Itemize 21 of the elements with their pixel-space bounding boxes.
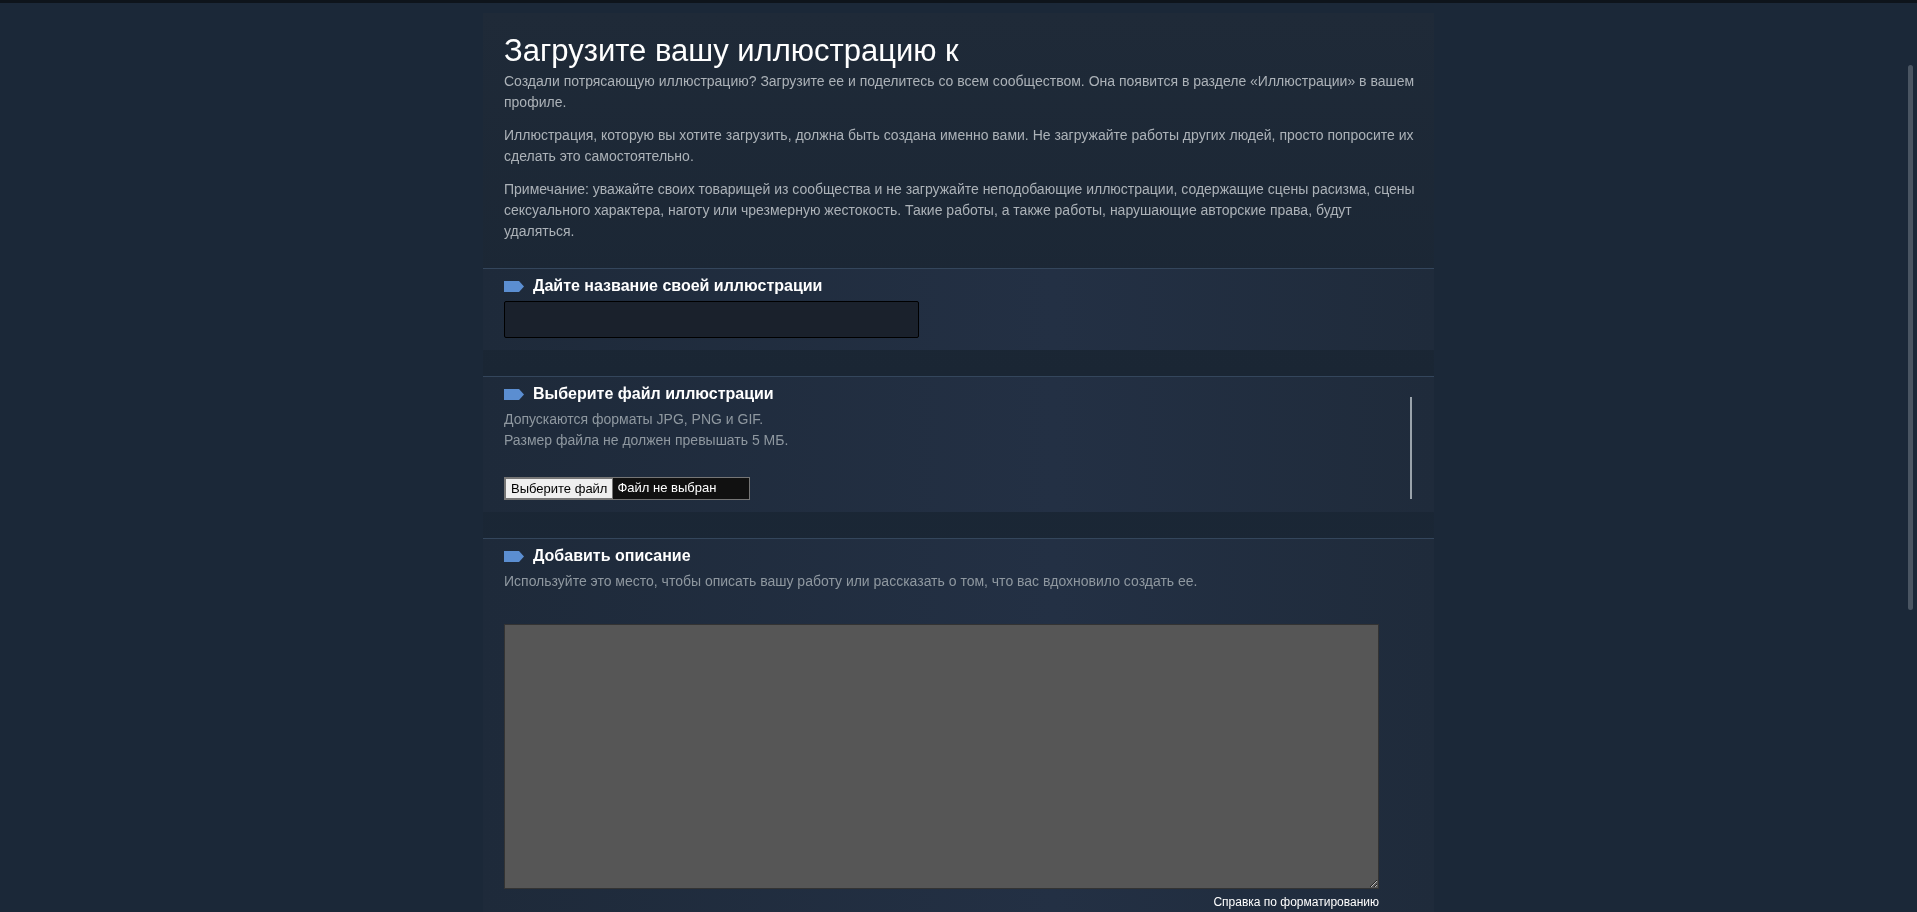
intro-paragraph: Примечание: уважайте своих товарищей из сообщества и не загружайте неподобающие иллюстрации, содержащие сцены расизма, сцены сексуального характера, наготу или чрезмерную жестокость. Такие работы, а также работы, нарушающие авторские права, будут удаляться.	[504, 180, 1416, 241]
formatting-help-link[interactable]: Справка по форматированию	[504, 895, 1379, 909]
intro-paragraph: Создали потрясающую иллюстрацию? Загрузите ее и поделитесь со всем сообществом. Она появится в разделе «Иллюстрации» в вашем профиле.	[504, 72, 1416, 112]
tag-icon	[504, 388, 524, 400]
scrollbar-thumb[interactable]	[1410, 397, 1412, 499]
file-status: Файл не выбран	[613, 478, 750, 499]
title-field[interactable]	[504, 301, 919, 338]
choose-file-button[interactable]: Выберите файл	[505, 478, 614, 499]
hint-text: Используйте это место, чтобы описать вашу работу или рассказать о том, что вас вдохновило создать ее.	[504, 572, 1199, 591]
section-heading: Дайте название своей иллюстрации	[533, 277, 823, 295]
file-field[interactable]: Выберите файл Файл не выбран	[504, 477, 751, 500]
tag-icon	[504, 280, 524, 292]
scrollbar-thumb[interactable]	[1908, 65, 1913, 610]
section-heading: Выберите файл иллюстрации	[533, 385, 774, 403]
section-heading: Добавить описание	[533, 547, 691, 565]
page-title: Загрузите вашу иллюстрацию к	[504, 33, 960, 69]
hint-text: Допускаются форматы JPG, PNG и GIF.	[504, 410, 765, 429]
tag-icon	[504, 550, 524, 562]
hint-text: Размер файла не должен превышать 5 МБ.	[504, 431, 790, 450]
intro-paragraph: Иллюстрация, которую вы хотите загрузить, должна быть создана именно вами. Не загружайте работы других людей, просто попросите их сделать это самостоятельно.	[504, 126, 1415, 166]
description-field[interactable]	[504, 624, 1379, 889]
